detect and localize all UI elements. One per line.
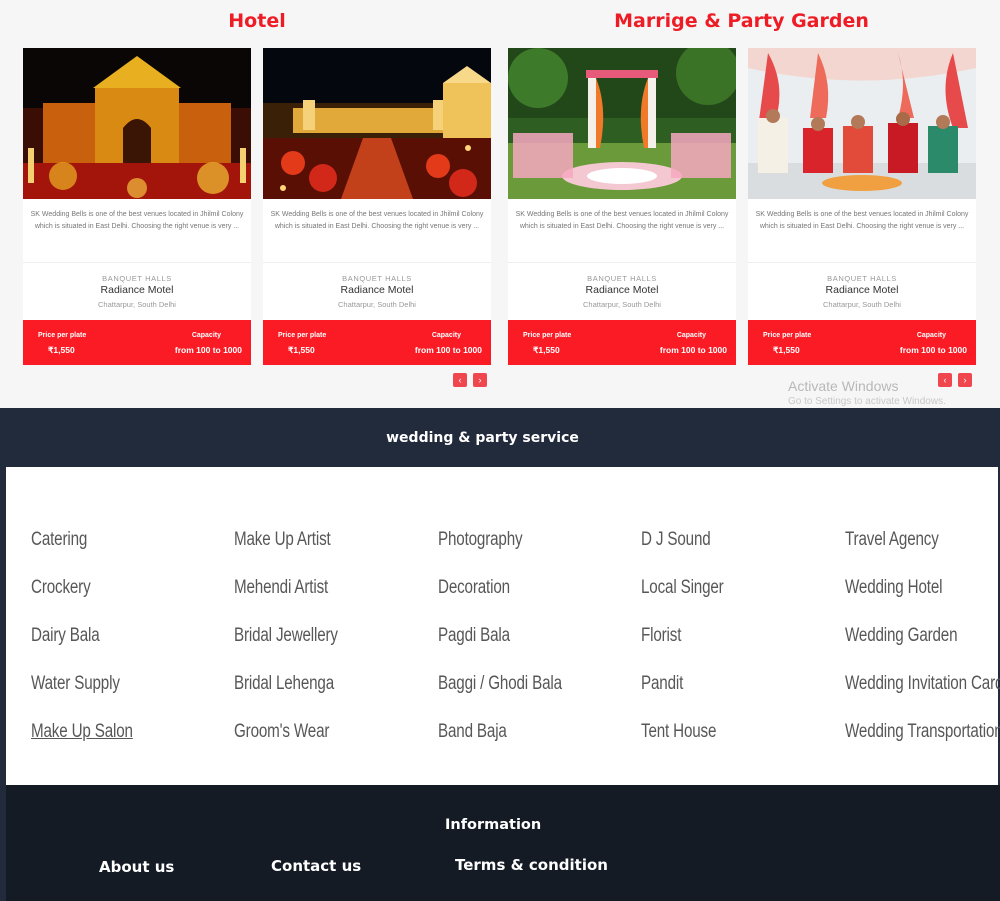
services-column: Travel Agency Wedding Hotel Wedding Gard… bbox=[845, 529, 1000, 769]
hotel-next-button[interactable]: › bbox=[473, 373, 487, 387]
venue-card[interactable]: SK Wedding Bells is one of the best venu… bbox=[263, 48, 491, 365]
capacity-value: from 100 to 1000 bbox=[659, 345, 727, 355]
venue-category: BANQUET HALLS bbox=[102, 274, 172, 283]
price-value: ₹1,550 bbox=[533, 345, 560, 355]
service-link[interactable]: Travel Agency bbox=[845, 529, 1000, 577]
garden-next-button[interactable]: › bbox=[958, 373, 972, 387]
service-link[interactable]: Dairy Bala bbox=[31, 625, 191, 673]
services-title: wedding & party service bbox=[386, 430, 579, 446]
footer-contact-link[interactable]: Contact us bbox=[271, 857, 361, 875]
service-link[interactable]: Florist bbox=[641, 625, 801, 673]
card-divider bbox=[748, 262, 976, 263]
footer-terms-link[interactable]: Terms & condition bbox=[455, 856, 608, 874]
capacity-label: Capacity bbox=[431, 332, 461, 339]
service-link[interactable]: Wedding Hotel bbox=[845, 577, 1000, 625]
capacity-value: from 100 to 1000 bbox=[414, 345, 482, 355]
service-link[interactable]: Bridal Jewellery bbox=[234, 625, 394, 673]
venue-description: SK Wedding Bells is one of the best venu… bbox=[755, 211, 969, 230]
services-column: Make Up Artist Mehendi Artist Bridal Jew… bbox=[234, 529, 434, 769]
service-link[interactable]: Water Supply bbox=[31, 673, 191, 721]
price-label: Price per plate bbox=[763, 332, 812, 339]
footer-information-title: Information bbox=[445, 817, 542, 833]
venue-photo[interactable] bbox=[508, 48, 736, 199]
venue-description: SK Wedding Bells is one of the best venu… bbox=[30, 211, 244, 230]
service-link[interactable]: Groom's Wear bbox=[234, 721, 394, 769]
price-value: ₹1,550 bbox=[288, 345, 315, 355]
venue-name[interactable]: Radiance Motel bbox=[748, 284, 976, 296]
venue-location: Chattarpur, South Delhi bbox=[823, 300, 901, 309]
price-value: ₹1,550 bbox=[48, 345, 75, 355]
services-column: D J Sound Local Singer Florist Pandit Te… bbox=[641, 529, 841, 769]
venue-category: BANQUET HALLS bbox=[827, 274, 897, 283]
hotel-section-title: Hotel bbox=[228, 10, 286, 32]
footer: Information About us Contact us Terms & … bbox=[6, 785, 1000, 901]
service-link[interactable]: Decoration bbox=[438, 577, 598, 625]
venue-description: SK Wedding Bells is one of the best venu… bbox=[270, 211, 484, 230]
venue-location: Chattarpur, South Delhi bbox=[583, 300, 661, 309]
service-link[interactable]: Catering bbox=[31, 529, 191, 577]
venue-price-bar: Price per plate ₹1,550 Capacity from 100… bbox=[23, 320, 251, 365]
capacity-value: from 100 to 1000 bbox=[899, 345, 967, 355]
price-label: Price per plate bbox=[38, 332, 87, 339]
service-link[interactable]: Wedding Transportation bbox=[845, 721, 1000, 769]
service-link[interactable]: Pagdi Bala bbox=[438, 625, 598, 673]
service-link[interactable]: Mehendi Artist bbox=[234, 577, 394, 625]
venue-price-bar: Price per plate ₹1,550 Capacity from 100… bbox=[263, 320, 491, 365]
capacity-label: Capacity bbox=[916, 332, 946, 339]
venue-listing-section: Hotel Marrige & Party Garden SK Wedding … bbox=[0, 0, 1000, 408]
services-column: Catering Crockery Dairy Bala Water Suppl… bbox=[31, 529, 231, 769]
service-link[interactable]: D J Sound bbox=[641, 529, 801, 577]
service-link[interactable]: Tent House bbox=[641, 721, 801, 769]
service-link[interactable]: Wedding Invitation Card bbox=[845, 673, 1000, 721]
card-divider bbox=[508, 262, 736, 263]
services-column: Photography Decoration Pagdi Bala Baggi … bbox=[438, 529, 638, 769]
venue-card[interactable]: SK Wedding Bells is one of the best venu… bbox=[508, 48, 736, 365]
venue-photo[interactable] bbox=[748, 48, 976, 199]
hotel-prev-button[interactable]: ‹ bbox=[453, 373, 467, 387]
service-link[interactable]: Wedding Garden bbox=[845, 625, 1000, 673]
card-divider bbox=[263, 262, 491, 263]
capacity-value: from 100 to 1000 bbox=[174, 345, 242, 355]
capacity-label: Capacity bbox=[676, 332, 706, 339]
venue-category: BANQUET HALLS bbox=[342, 274, 412, 283]
price-label: Price per plate bbox=[523, 332, 572, 339]
venue-name[interactable]: Radiance Motel bbox=[263, 284, 491, 296]
capacity-label: Capacity bbox=[191, 332, 221, 339]
service-link[interactable]: Baggi / Ghodi Bala bbox=[438, 673, 598, 721]
service-link[interactable]: Bridal Lehenga bbox=[234, 673, 394, 721]
garden-section-title: Marrige & Party Garden bbox=[614, 10, 869, 32]
garden-prev-button[interactable]: ‹ bbox=[938, 373, 952, 387]
venue-card[interactable]: SK Wedding Bells is one of the best venu… bbox=[748, 48, 976, 365]
service-link[interactable]: Photography bbox=[438, 529, 598, 577]
service-link[interactable]: Make Up Salon bbox=[31, 721, 191, 769]
activate-windows-subtext: Go to Settings to activate Windows. bbox=[788, 396, 946, 407]
venue-photo[interactable] bbox=[263, 48, 491, 199]
venue-name[interactable]: Radiance Motel bbox=[508, 284, 736, 296]
venue-card[interactable]: SK Wedding Bells is one of the best venu… bbox=[23, 48, 251, 365]
venue-photo[interactable] bbox=[23, 48, 251, 199]
price-value: ₹1,550 bbox=[773, 345, 800, 355]
venue-location: Chattarpur, South Delhi bbox=[338, 300, 416, 309]
service-link[interactable]: Local Singer bbox=[641, 577, 801, 625]
service-link[interactable]: Crockery bbox=[31, 577, 191, 625]
venue-price-bar: Price per plate ₹1,550 Capacity from 100… bbox=[748, 320, 976, 365]
venue-location: Chattarpur, South Delhi bbox=[98, 300, 176, 309]
footer-about-link[interactable]: About us bbox=[99, 858, 174, 876]
activate-windows-watermark: Activate Windows bbox=[788, 378, 899, 394]
service-link[interactable]: Band Baja bbox=[438, 721, 598, 769]
venue-price-bar: Price per plate ₹1,550 Capacity from 100… bbox=[508, 320, 736, 365]
service-link[interactable]: Pandit bbox=[641, 673, 801, 721]
venue-category: BANQUET HALLS bbox=[587, 274, 657, 283]
service-link[interactable]: Make Up Artist bbox=[234, 529, 394, 577]
price-label: Price per plate bbox=[278, 332, 327, 339]
card-divider bbox=[23, 262, 251, 263]
venue-description: SK Wedding Bells is one of the best venu… bbox=[515, 211, 729, 230]
services-list: Catering Crockery Dairy Bala Water Suppl… bbox=[6, 467, 1000, 785]
venue-name[interactable]: Radiance Motel bbox=[23, 284, 251, 296]
